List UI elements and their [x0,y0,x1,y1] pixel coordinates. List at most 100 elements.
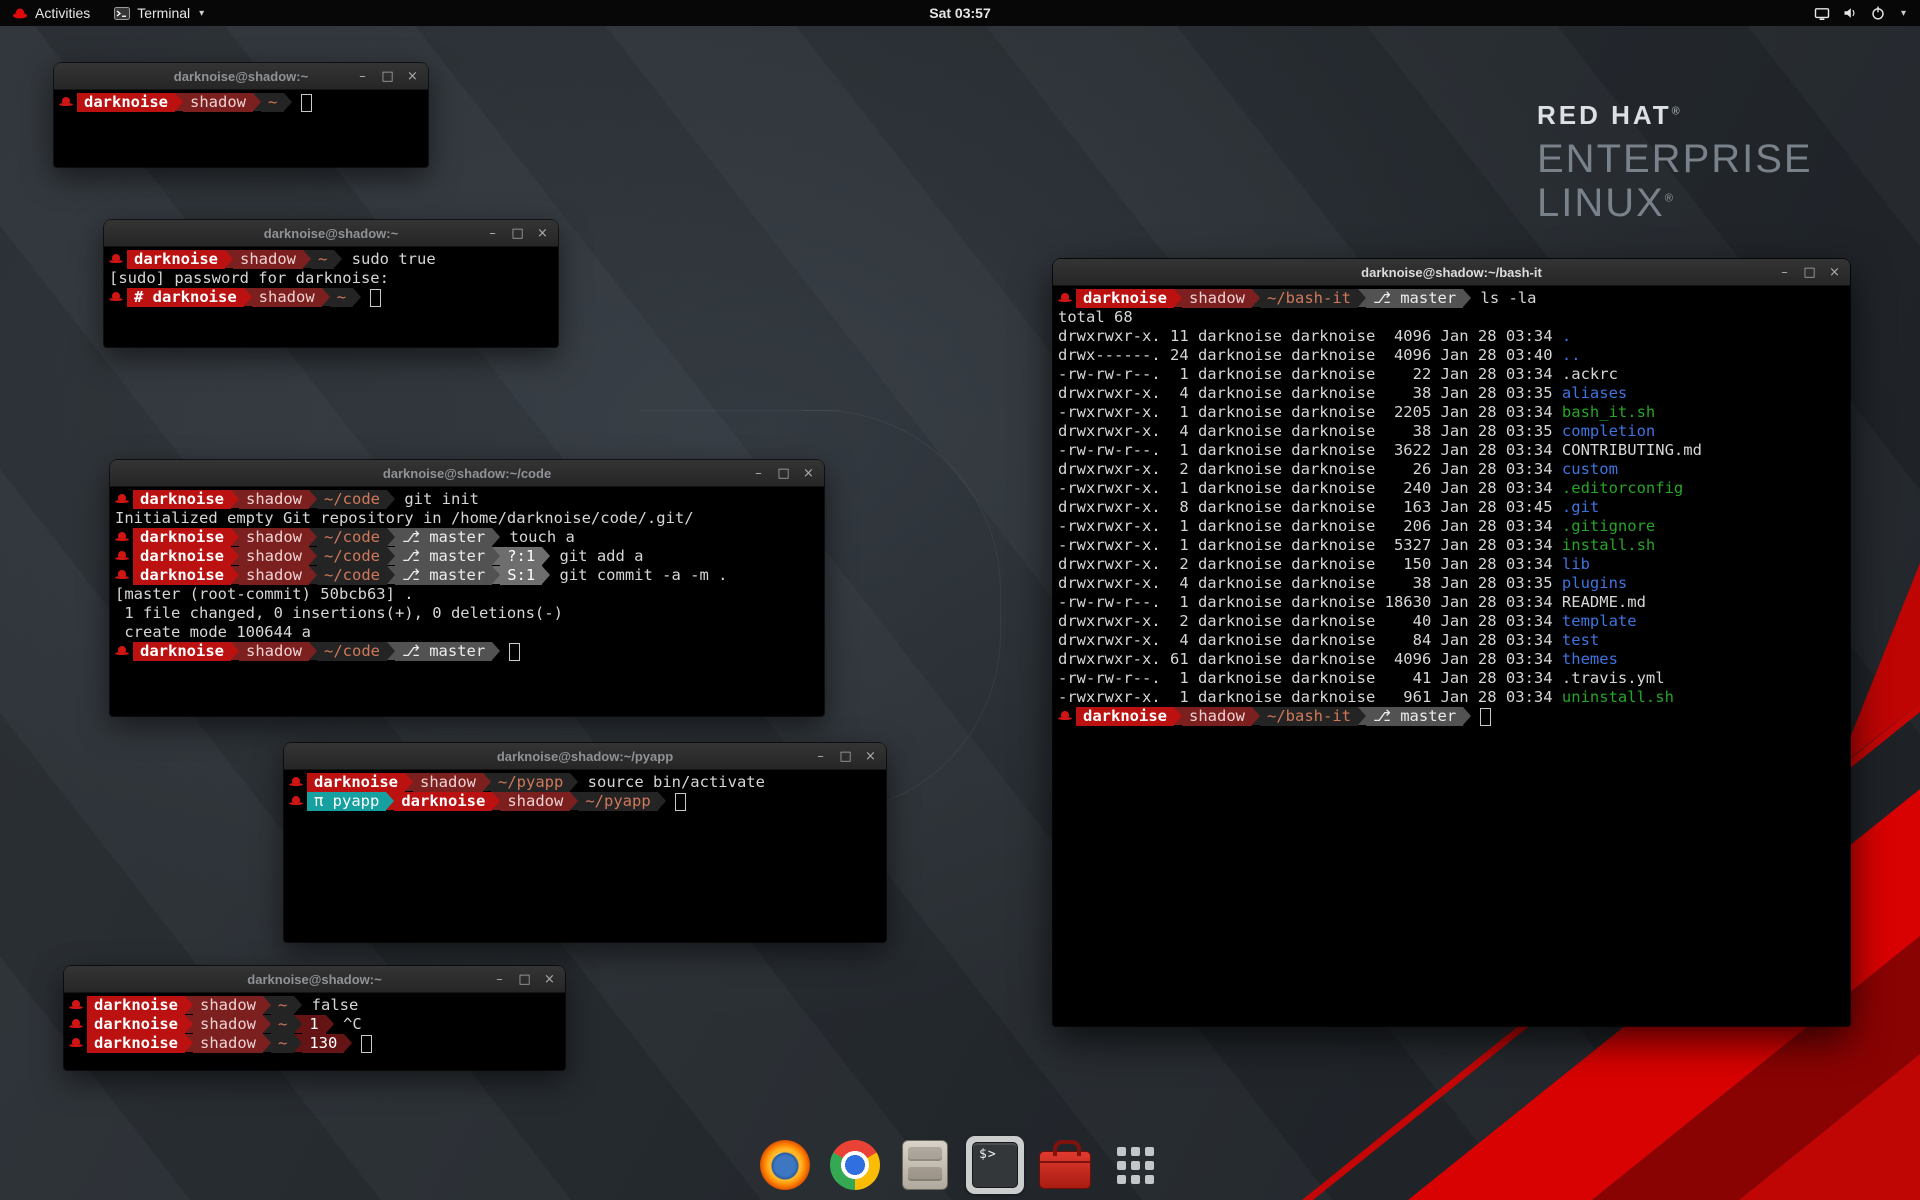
maximize-button[interactable]: □ [511,227,524,240]
window-titlebar[interactable]: darknoise@shadow:~–□× [54,63,428,90]
redhat-prompt-icon [289,792,303,811]
prompt-segment-path: ~/bash-it [1260,289,1358,308]
terminal-content[interactable]: darknoiseshadow~ falsedarknoiseshadow~1 … [64,993,565,1056]
window-title: darknoise@shadow:~ [264,226,398,241]
minimize-button[interactable]: – [752,467,765,480]
window-title: darknoise@shadow:~/bash-it [1361,265,1542,280]
maximize-button[interactable]: □ [1803,266,1816,279]
app-menu-terminal[interactable]: Terminal ▾ [102,0,216,26]
clock[interactable]: Sat 03:57 [929,5,990,21]
terminal-output: -rwxrwxr-x. 1 darknoise darknoise 2205 J… [1058,403,1562,422]
terminal-content[interactable]: darknoiseshadow~ sudo true[sudo] passwor… [104,247,558,310]
prompt-segment-host: shadow [193,996,263,1015]
maximize-button[interactable]: □ [777,467,790,480]
prompt-separator [231,566,239,584]
dock-item-software[interactable] [1036,1136,1094,1194]
top-bar: Activities Terminal ▾ Sat 03:57 ▾ [0,0,1920,26]
dock-item-files[interactable] [896,1136,954,1194]
dock-item-chrome[interactable] [826,1136,884,1194]
terminal-command: source bin/activate [578,773,765,792]
display-status-icon[interactable] [1814,6,1830,21]
dock-item-firefox[interactable] [756,1136,814,1194]
terminal-output: test [1562,631,1599,650]
window-titlebar[interactable]: darknoise@shadow:~/pyapp–□× [284,743,886,770]
prompt-segment-exit: 1 [302,1015,325,1034]
prompt-segment-user: darknoise [133,490,231,509]
close-button[interactable]: × [1828,266,1841,279]
dock-item-terminal[interactable]: $> [966,1136,1024,1194]
minimize-button[interactable]: – [814,750,827,763]
window-titlebar[interactable]: darknoise@shadow:~/code –□ × [110,460,824,487]
terminal-output: Initialized empty Git repository in /hom… [115,509,694,528]
prompt-separator [492,642,500,660]
terminal-window[interactable]: darknoise@shadow:~ –□ × darknoiseshadow~ su… [104,220,558,347]
prompt-segment-gitstat: ?:1 [500,547,542,566]
power-icon[interactable] [1870,5,1886,21]
terminal-output: custom [1562,460,1618,479]
desktop[interactable]: RED HAT® ENTERPRISE LINUX® darknoise@sha… [0,0,1920,1200]
terminal-content[interactable]: darknoiseshadow~ [54,90,428,115]
window-controls: –□ × [1778,259,1841,285]
minimize-button[interactable]: – [1778,266,1791,279]
terminal-command: false [302,996,358,1015]
redhat-prompt-icon [69,996,83,1015]
window-title: darknoise@shadow:~ [247,972,381,987]
prompt-separator [1252,707,1260,725]
window-controls: –□ × [814,743,877,769]
prompt-separator [405,773,413,791]
window-title: darknoise@shadow:~/code [383,466,551,481]
terminal-content[interactable]: darknoiseshadow~/code git initInitialize… [110,487,824,664]
terminal-output: -rwxrwxr-x. 1 darknoise darknoise 240 Ja… [1058,479,1562,498]
close-button[interactable]: × [864,750,877,763]
terminal-output: drwxrwxr-x. 4 darknoise darknoise 38 Jan… [1058,574,1562,593]
close-button[interactable]: × [802,467,815,480]
prompt-segment-path: ~/code [317,490,387,509]
minimize-button[interactable]: – [486,227,499,240]
terminal-content[interactable]: darknoiseshadow~/bash-it⎇ master ls -lat… [1053,286,1850,729]
volume-icon[interactable] [1843,6,1857,20]
terminal-output: drwxrwxr-x. 11 darknoise darknoise 4096 … [1058,327,1562,346]
terminal-line: darknoiseshadow~130 [69,1034,560,1053]
minimize-button[interactable]: – [493,973,506,986]
prompt-segment-git: ⎇ master [1366,289,1463,308]
terminal-output: plugins [1562,574,1627,593]
close-button[interactable]: × [406,70,419,83]
prompt-separator [231,528,239,546]
window-titlebar[interactable]: darknoise@shadow:~/bash-it –□ × [1053,259,1850,286]
terminal-window[interactable]: darknoise@shadow:~–□×darknoiseshadow~ fa… [64,966,565,1070]
activities-button[interactable]: Activities [0,0,102,26]
terminal-output: CONTRIBUTING.md [1562,441,1702,460]
maximize-button[interactable]: □ [381,70,394,83]
maximize-button[interactable]: □ [518,973,531,986]
window-titlebar[interactable]: darknoise@shadow:~ –□ × [64,966,565,993]
terminal-line: -rwxrwxr-x. 1 darknoise darknoise 206 Ja… [1058,517,1845,536]
terminal-output: template [1562,612,1637,631]
terminal-window[interactable]: darknoise@shadow:~/code –□ × darknoise shado… [110,460,824,716]
terminal-content[interactable]: darknoiseshadow~/pyapp source bin/activa… [284,770,886,814]
prompt-separator [353,288,361,306]
chevron-down-icon[interactable]: ▾ [1901,8,1906,19]
terminal-line: -rw-rw-r--. 1 darknoise darknoise 3622 J… [1058,441,1845,460]
minimize-button[interactable]: – [356,70,369,83]
prompt-separator [263,1015,271,1033]
prompt-segment-path: ~/code [317,528,387,547]
terminal-window[interactable]: darknoise@shadow:~/bash-it–□×darknoisesh… [1053,259,1850,1026]
prompt-separator [387,547,395,565]
maximize-button[interactable]: □ [839,750,852,763]
terminal-window[interactable]: darknoise@shadow:~–□×darknoiseshadow~ [54,63,428,167]
terminal-output: create mode 100644 a [115,623,311,642]
prompt-separator [658,792,666,810]
close-button[interactable]: × [543,973,556,986]
prompt-segment-path: ~ [271,1034,294,1053]
prompt-segment-host: shadow [239,566,309,585]
prompt-segment-gitstat: S:1 [500,566,542,585]
terminal-command: touch a [500,528,575,547]
terminal-line: total 68 [1058,308,1845,327]
terminal-window[interactable]: darknoise@shadow:~/pyapp–□×darknoiseshad… [284,743,886,942]
close-button[interactable]: × [536,227,549,240]
terminal-line: darknoiseshadow~1 ^C [69,1015,560,1034]
window-titlebar[interactable]: darknoise@shadow:~ –□ × [104,220,558,247]
prompt-separator [185,996,193,1014]
terminal-line: -rw-rw-r--. 1 darknoise darknoise 18630 … [1058,593,1845,612]
dock-item-app-grid[interactable] [1106,1136,1164,1194]
